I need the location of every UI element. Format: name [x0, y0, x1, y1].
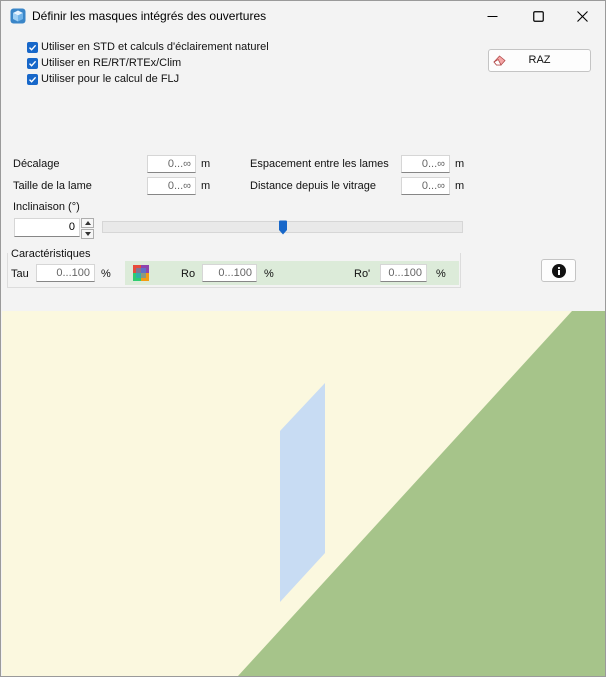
- ro-prime-unit: %: [436, 268, 446, 280]
- distance-vitrage-unit: m: [455, 180, 465, 192]
- minimize-icon: [487, 15, 497, 17]
- ro-prime-label: Ro': [354, 268, 371, 280]
- checkbox-re-rt-clim[interactable]: Utiliser en RE/RT/RTEx/Clim: [27, 55, 269, 71]
- inclinaison-input[interactable]: 0: [14, 218, 80, 237]
- maximize-icon: [532, 10, 544, 22]
- ro-prime-input[interactable]: 0...100: [380, 264, 427, 282]
- info-button[interactable]: [541, 259, 576, 282]
- maximize-button[interactable]: [515, 1, 561, 31]
- checkbox-label: Utiliser en STD et calculs d'éclairement…: [41, 41, 269, 53]
- decalage-label: Décalage: [13, 158, 60, 170]
- ro-input[interactable]: 0...100: [202, 264, 257, 282]
- taille-lame-label: Taille de la lame: [13, 180, 92, 192]
- spin-down-button[interactable]: [81, 229, 94, 239]
- checkbox-checked-icon: [27, 73, 38, 85]
- raz-button-label: RAZ: [528, 54, 551, 66]
- tau-unit: %: [101, 268, 111, 280]
- checkbox-label: Utiliser pour le calcul de FLJ: [41, 73, 180, 85]
- title-bar: Définir les masques intégrés des ouvertu…: [1, 1, 605, 31]
- minimize-button[interactable]: [469, 1, 515, 31]
- preview-canvas: [2, 311, 605, 676]
- checkbox-checked-icon: [27, 41, 38, 53]
- checkbox-label: Utiliser en RE/RT/RTEx/Clim: [41, 57, 182, 69]
- espacement-input[interactable]: 0...∞: [401, 155, 450, 173]
- slider-thumb[interactable]: [278, 220, 288, 235]
- window-title: Définir les masques intégrés des ouvertu…: [32, 9, 267, 23]
- checkbox-flj[interactable]: Utiliser pour le calcul de FLJ: [27, 71, 269, 87]
- dialog-window: Définir les masques intégrés des ouvertu…: [0, 0, 606, 677]
- inclinaison-spinner: [81, 218, 94, 239]
- taille-lame-unit: m: [201, 180, 211, 192]
- inclinaison-label: Inclinaison (°): [13, 201, 80, 213]
- close-icon: [576, 10, 588, 22]
- info-icon: [551, 263, 566, 278]
- checkbox-std-eclairement[interactable]: Utiliser en STD et calculs d'éclairement…: [27, 39, 269, 55]
- distance-vitrage-input[interactable]: 0...∞: [401, 177, 450, 195]
- espacement-unit: m: [455, 158, 465, 170]
- decalage-unit: m: [201, 158, 211, 170]
- taille-lame-input[interactable]: 0...∞: [147, 177, 196, 195]
- espacement-label: Espacement entre les lames: [250, 158, 389, 170]
- arrow-down-icon: [84, 232, 91, 236]
- close-button[interactable]: [559, 1, 605, 31]
- spin-up-button[interactable]: [81, 218, 94, 228]
- ro-label: Ro: [181, 268, 196, 280]
- distance-vitrage-label: Distance depuis le vitrage: [250, 180, 376, 192]
- checkbox-checked-icon: [27, 57, 38, 69]
- app-icon: [10, 8, 26, 24]
- decalage-input[interactable]: 0...∞: [147, 155, 196, 173]
- color-palette-icon[interactable]: [133, 265, 149, 281]
- raz-button[interactable]: RAZ: [488, 49, 591, 72]
- tau-input[interactable]: 0...100: [36, 264, 95, 282]
- tau-label: Tau: [11, 268, 29, 280]
- arrow-up-icon: [84, 221, 91, 225]
- options-checkboxes: Utiliser en STD et calculs d'éclairement…: [27, 39, 269, 87]
- ro-unit: %: [264, 268, 274, 280]
